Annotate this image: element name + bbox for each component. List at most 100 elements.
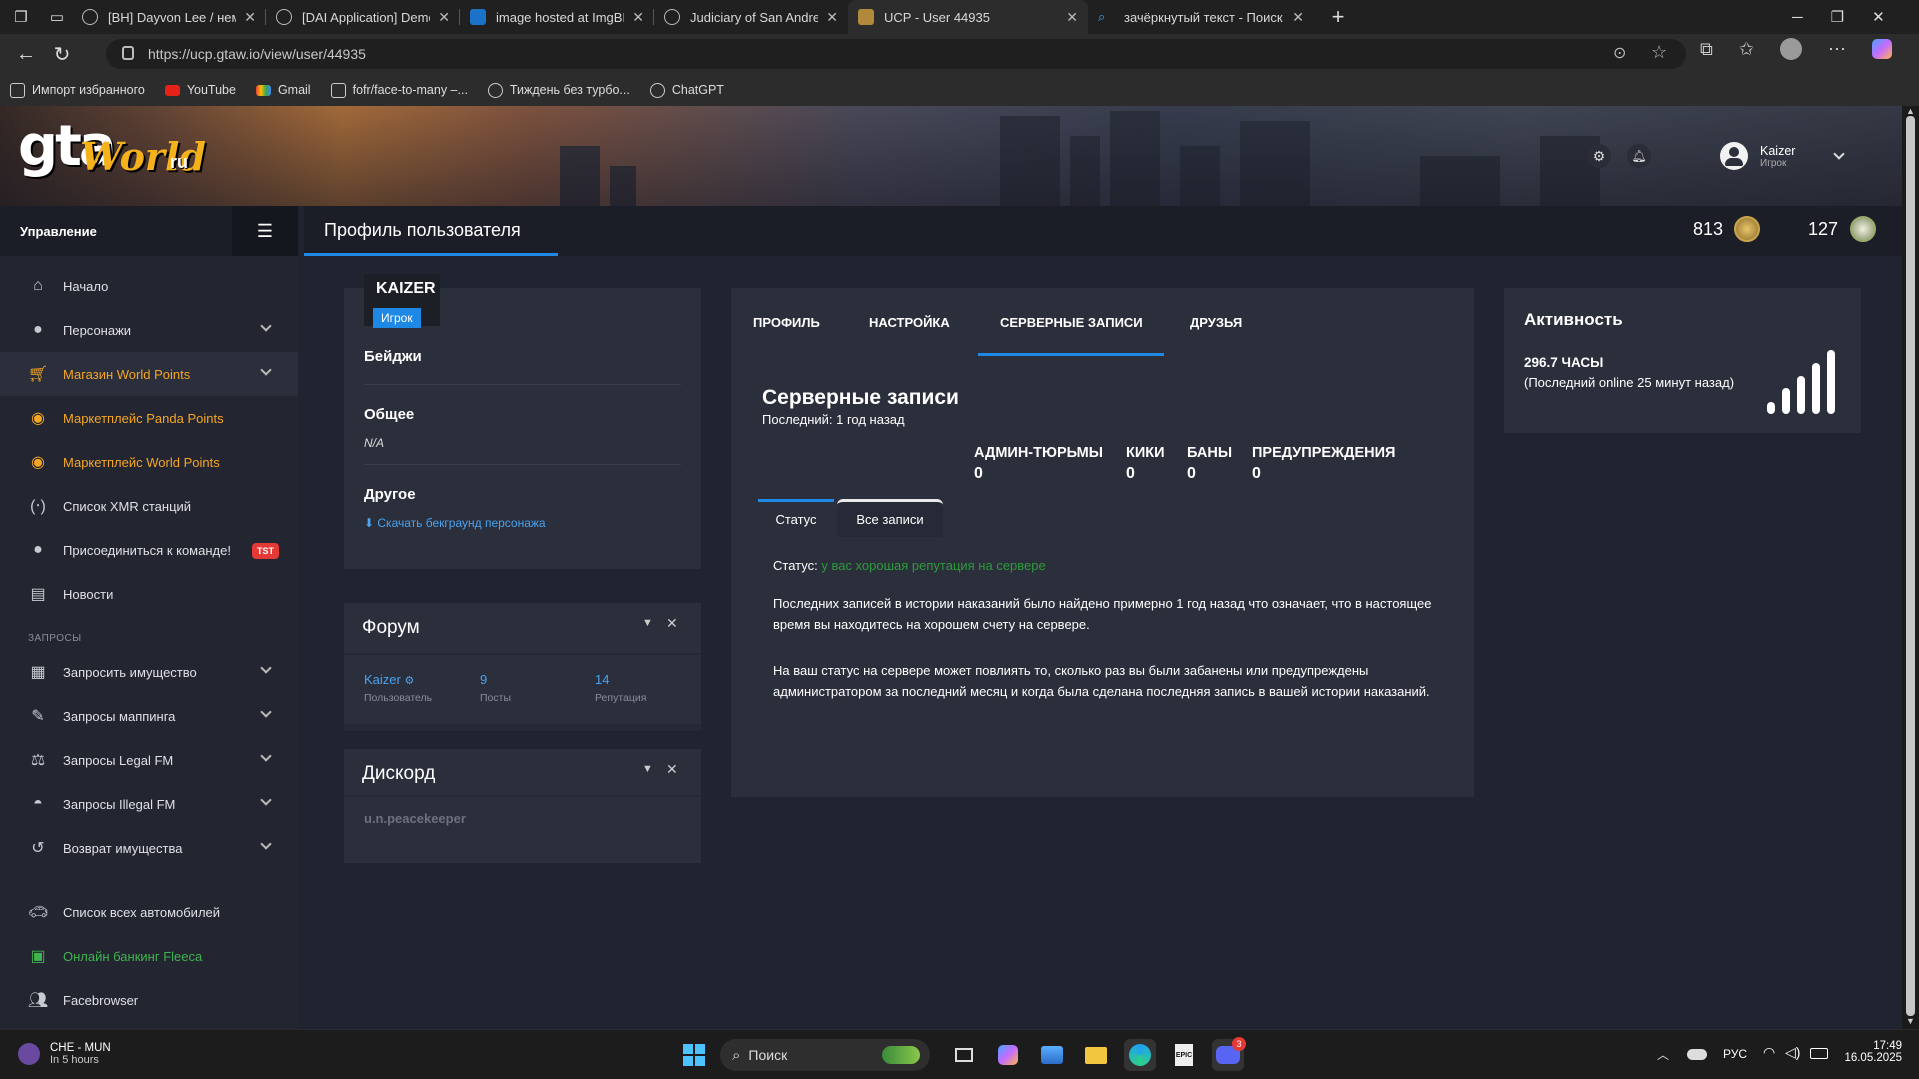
users-icon: 👥︎ — [27, 992, 49, 1009]
globe-icon — [82, 9, 98, 25]
browser-tab[interactable]: Judiciary of San Andreas - Новая✕ — [654, 0, 848, 34]
sidebar-item-request-property[interactable]: ▦ Запросить имущество — [0, 650, 298, 694]
extensions-icon[interactable]: ⧉ — [1700, 39, 1713, 60]
bookmark-gmail[interactable]: Gmail — [255, 83, 311, 97]
close-icon[interactable]: ✕ — [826, 9, 838, 26]
photos-icon[interactable] — [1036, 1039, 1068, 1071]
window-close-icon[interactable]: ✕ — [1872, 8, 1885, 26]
sports-icon — [18, 1043, 40, 1065]
restore-icon[interactable]: ❐ — [1831, 8, 1844, 26]
close-icon[interactable]: ✕ — [438, 9, 450, 26]
coins-icon: ◉ — [31, 454, 45, 471]
tab-profile[interactable]: ПРОФИЛЬ — [753, 288, 820, 356]
sidebar-item-vehicles[interactable]: 🚗︎ Список всех автомобилей — [0, 890, 298, 934]
settings-gear-icon[interactable]: ⚙ — [1587, 144, 1611, 168]
volume-icon[interactable]: ◁) — [1785, 1044, 1800, 1061]
copilot-icon[interactable] — [1871, 39, 1892, 59]
favorite-star-icon[interactable]: ☆ — [1651, 42, 1667, 63]
wifi-icon[interactable]: ◠ — [1763, 1044, 1775, 1061]
browser-tab-active[interactable]: UCP - User 44935 ✕ — [848, 0, 1088, 34]
sidebar-item-xmr-stations[interactable]: (‧) Список XMR станций — [0, 484, 298, 528]
chevron-down-icon — [260, 794, 272, 806]
browser-tab[interactable]: [BH] Dayvon Lee / немец - Judici✕ — [72, 0, 266, 34]
sidebar-item-fleeca[interactable]: ▣ Онлайн банкинг Fleeca — [0, 934, 298, 978]
forum-user-link[interactable]: Kaizer ⚙ — [364, 672, 414, 687]
workspaces-icon[interactable]: ❐ — [0, 0, 42, 35]
collapse-chevron-icon[interactable]: ▼ — [642, 763, 653, 775]
close-icon[interactable]: ✕ — [632, 9, 644, 26]
sidebar-item-wp-marketplace[interactable]: ◉ Маркетплейс World Points — [0, 440, 298, 484]
tab-server-records[interactable]: СЕРВЕРНЫЕ ЗАПИСИ — [1000, 288, 1143, 356]
language-indicator[interactable]: РУС — [1723, 1047, 1747, 1061]
bookmark-tyzhden[interactable]: Тиждень без турбо... — [487, 82, 630, 98]
user-menu[interactable]: Kaizer Игрок — [1720, 142, 1846, 170]
close-icon[interactable]: ✕ — [666, 615, 678, 632]
new-tab-button[interactable]: + — [1320, 0, 1356, 35]
url-field[interactable]: https://ucp.gtaw.io/view/user/44935 ⊙ ☆ — [106, 39, 1686, 69]
hamburger-menu-icon[interactable]: ☰ — [232, 206, 298, 256]
mask-icon: ◓ — [33, 795, 43, 812]
browser-tab[interactable]: [DAI Application] Demora Curie [A✕ — [266, 0, 460, 34]
epic-games-icon[interactable]: EPIC — [1168, 1039, 1200, 1071]
edge-taskbar-icon[interactable] — [1124, 1039, 1156, 1071]
download-background-link[interactable]: ⬇ Скачать бекграунд персонажа — [364, 516, 546, 530]
copilot-taskbar-icon[interactable] — [992, 1039, 1024, 1071]
sidebar-item-property-return[interactable]: ↺ Возврат имущества — [0, 826, 298, 870]
browser-tab[interactable]: ⌕ зачёркнутый текст - Поиск ✕ — [1088, 0, 1314, 34]
gtaworld-logo[interactable]: gta World ru — [18, 114, 208, 194]
bookmark-chatgpt[interactable]: ChatGPT — [649, 82, 724, 98]
sidebar-item-join-team[interactable]: ● Присоединиться к команде! TST — [0, 528, 298, 572]
tab-settings[interactable]: НАСТРОЙКА — [869, 288, 950, 356]
battery-icon[interactable] — [1810, 1048, 1828, 1059]
bookmark-import[interactable]: Импорт избранного — [10, 82, 145, 98]
close-icon[interactable]: ✕ — [666, 761, 678, 778]
scrollbar-thumb[interactable] — [1906, 116, 1915, 1016]
chevron-up-icon[interactable]: ︿ — [1657, 1046, 1669, 1063]
close-icon[interactable]: ✕ — [1292, 9, 1304, 26]
tab-actions-icon[interactable]: ▭ — [42, 0, 72, 35]
taskbar-search[interactable]: ⌕ Поиск — [720, 1039, 930, 1071]
reload-icon[interactable]: ↻ — [44, 36, 80, 72]
reader-icon[interactable]: ⊙ — [1613, 43, 1626, 63]
user-avatar-icon — [1720, 142, 1748, 170]
back-icon[interactable]: ← — [8, 36, 44, 72]
scroll-up-icon[interactable]: ▲ — [1906, 106, 1915, 116]
bank-icon: ▣ — [30, 948, 46, 965]
sidebar-item-facebrowser[interactable]: 👥︎ Facebrowser — [0, 978, 298, 1022]
bookmark-fofr[interactable]: fofr/face-to-many –... — [330, 82, 468, 98]
activity-title: Активность — [1524, 310, 1623, 329]
page-scrollbar[interactable]: ▲ ▼ — [1902, 106, 1919, 1029]
chatgpt-icon — [649, 82, 665, 98]
weather-widget[interactable]: CHE - MUN In 5 hours — [18, 1042, 111, 1066]
bookmark-youtube[interactable]: YouTube — [164, 83, 236, 97]
browser-tab[interactable]: image hosted at ImgBB — ImgBB✕ — [460, 0, 654, 34]
minimize-icon[interactable]: ─ — [1792, 9, 1803, 26]
sidebar-item-world-points-shop[interactable]: 🛒︎ Магазин World Points — [0, 352, 298, 396]
profile-card: KAIZER Игрок Бейджи Общее N/A Другое ⬇ С… — [344, 274, 701, 569]
file-explorer-icon[interactable] — [1080, 1039, 1112, 1071]
start-button[interactable] — [678, 1039, 710, 1071]
collapse-chevron-icon[interactable]: ▼ — [642, 617, 653, 629]
tab-friends[interactable]: ДРУЗЬЯ — [1190, 288, 1242, 356]
sidebar-item-home[interactable]: ⌂ Начало — [0, 264, 298, 308]
sidebar-item-news[interactable]: ▤ Новости — [0, 572, 298, 616]
profile-avatar-icon[interactable] — [1779, 38, 1802, 60]
discord-taskbar-icon[interactable]: 3 — [1212, 1037, 1246, 1071]
clock[interactable]: 17:49 16.05.2025 — [1840, 1040, 1902, 1064]
favorites-icon[interactable]: ✩ — [1739, 39, 1754, 60]
subtab-all-records[interactable]: Все записи — [837, 499, 943, 537]
notifications-bell-icon[interactable]: 🔔︎ — [1627, 144, 1651, 168]
more-icon[interactable]: ⋯ — [1828, 39, 1846, 60]
subtab-status[interactable]: Статус — [758, 499, 834, 537]
sidebar-item-mapping-requests[interactable]: ✎ Запросы маппинга — [0, 694, 298, 738]
sidebar-item-illegal-fm[interactable]: ◓ Запросы Illegal FM — [0, 782, 298, 826]
sidebar-item-characters[interactable]: ● Персонажи — [0, 308, 298, 352]
close-icon[interactable]: ✕ — [244, 9, 256, 26]
sidebar-item-legal-fm[interactable]: ⚖ Запросы Legal FM — [0, 738, 298, 782]
scroll-down-icon[interactable]: ▼ — [1906, 1016, 1915, 1026]
close-icon[interactable]: ✕ — [1066, 9, 1078, 26]
onedrive-icon[interactable] — [1687, 1049, 1707, 1060]
sidebar-item-panda-marketplace[interactable]: ◉ Маркетплейс Panda Points — [0, 396, 298, 440]
browser-tab-bar: ❐ ▭ [BH] Dayvon Lee / немец - Judici✕ [D… — [0, 0, 1919, 34]
task-view-icon[interactable] — [948, 1039, 980, 1071]
